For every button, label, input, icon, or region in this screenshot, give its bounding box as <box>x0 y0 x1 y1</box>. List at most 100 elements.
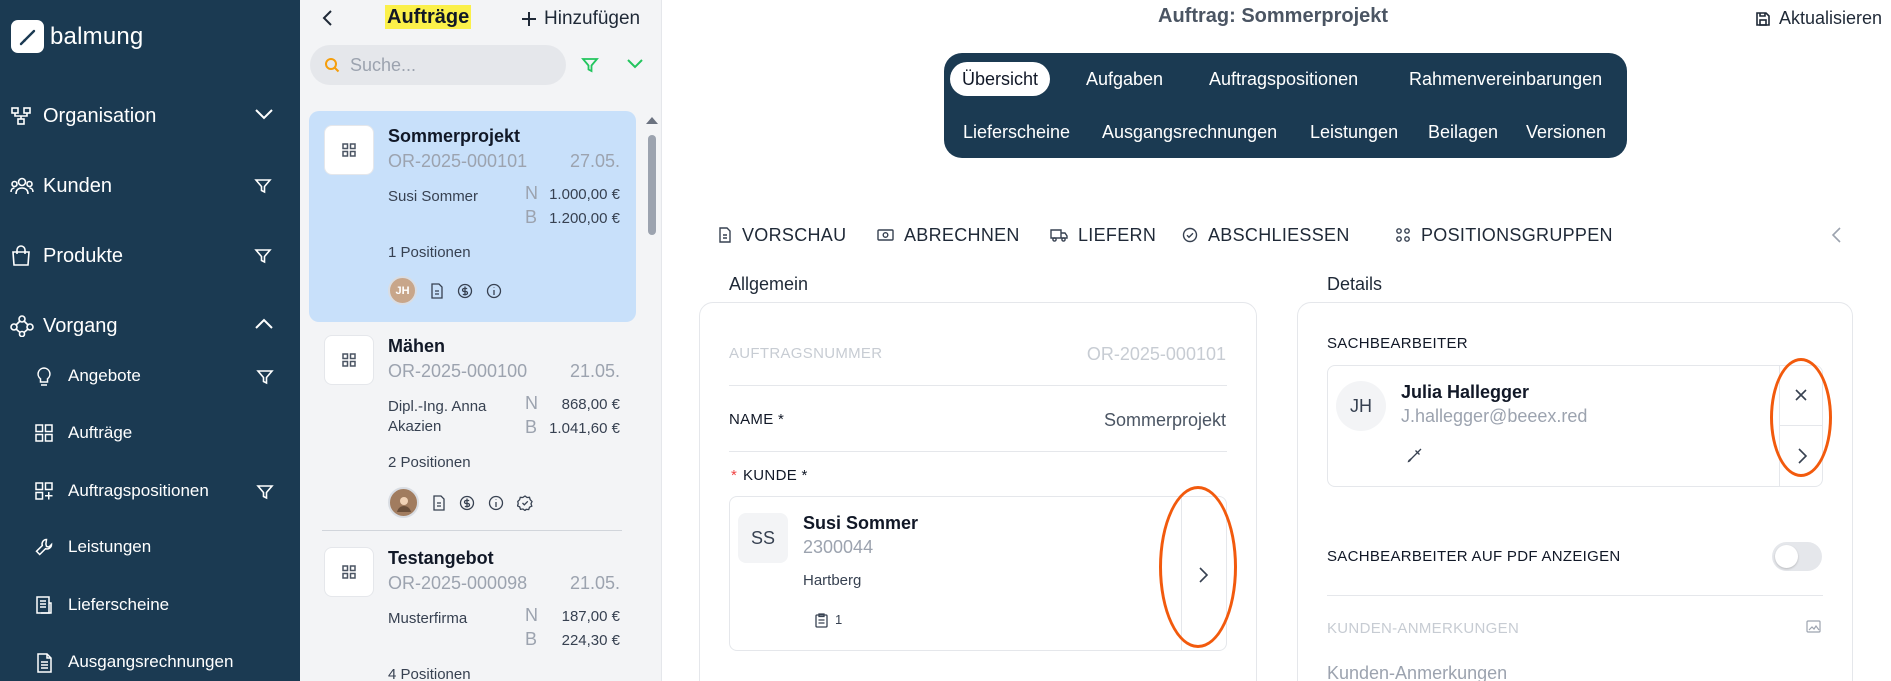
back-arrow-icon[interactable] <box>318 8 338 28</box>
order-date: 21.05. <box>569 573 620 593</box>
sidebar-item-auftraege[interactable]: Aufträge <box>0 413 300 453</box>
sidebar-item-auftragspositionen[interactable]: Auftragspositionen <box>0 471 300 511</box>
truck-icon <box>1050 229 1068 242</box>
gross-amount: 1.200,00 € <box>549 210 620 227</box>
order-customer: Musterfirma <box>388 610 468 627</box>
clerk-name: Julia Hallegger <box>1401 382 1530 402</box>
order-card-selected[interactable]: Sommerprojekt OR-2025-000101 27.05. Susi… <box>309 111 636 322</box>
sidebar-item-label: Organisation <box>43 104 157 127</box>
sidebar-item-leistungen[interactable]: Leistungen <box>0 527 300 567</box>
required-marker: * <box>731 467 738 484</box>
scroll-up-arrow[interactable] <box>645 115 659 125</box>
document-icon <box>432 494 446 511</box>
net-label: N <box>525 605 538 625</box>
order-card[interactable]: Mähen OR-2025-000100 21.05. Dipl.-Ing. A… <box>309 321 636 531</box>
add-button[interactable]: Hinzufügen <box>520 8 640 30</box>
sidebar-item-label: Angebote <box>68 366 141 385</box>
gross-amount: 1.041,60 € <box>549 420 620 437</box>
chevron-down-icon[interactable] <box>625 57 645 71</box>
name-value[interactable]: Sommerprojekt <box>1104 410 1226 431</box>
grid-icon <box>34 423 54 443</box>
customer-notes-input[interactable]: Kunden-Anmerkungen <box>1327 663 1507 681</box>
coin-icon <box>459 495 475 511</box>
positions-count: 1 Positionen <box>388 244 471 261</box>
sidebar-item-label: Auftragspositionen <box>68 481 209 500</box>
filter-icon[interactable] <box>254 177 272 195</box>
billing-button[interactable]: ABRECHNEN <box>877 222 1020 248</box>
workflow-icon <box>10 315 34 337</box>
preview-button[interactable]: VORSCHAU <box>718 222 846 248</box>
chevron-up-icon[interactable] <box>254 317 274 331</box>
filter-icon[interactable] <box>254 247 272 265</box>
clerk-label: SACHBEARBEITER <box>1327 335 1468 352</box>
positions-count: 4 Positionen <box>388 666 471 681</box>
filter-icon[interactable] <box>256 483 274 501</box>
refresh-label: Aktualisieren <box>1779 8 1883 28</box>
name-label: NAME * <box>729 411 785 428</box>
clerk-initials: JH <box>1336 381 1386 431</box>
order-icon <box>324 547 374 597</box>
collapse-arrow-icon[interactable] <box>1830 226 1842 244</box>
tab-beilagen[interactable]: Beilagen <box>1416 115 1510 149</box>
search-box[interactable] <box>310 45 566 85</box>
tab-rahmenvereinbarungen[interactable]: Rahmenvereinbarungen <box>1397 62 1614 96</box>
net-amount: 868,00 € <box>561 396 620 413</box>
filter-icon[interactable] <box>256 368 274 386</box>
sidebar-item-vorgang[interactable]: Vorgang <box>0 303 300 349</box>
sidebar-item-angebote[interactable]: Angebote <box>0 356 300 396</box>
show-clerk-on-pdf-label: SACHBEARBEITER AUF PDF ANZEIGEN <box>1327 548 1621 565</box>
order-icon <box>324 125 374 175</box>
plus-icon <box>522 12 536 26</box>
coin-icon <box>457 283 473 299</box>
customer-number: 2300044 <box>803 537 874 557</box>
annotation-circle <box>1159 486 1237 648</box>
order-number-label: AUFTRAGSNUMMER <box>729 345 883 362</box>
sidebar-item-kunden[interactable]: Kunden <box>0 163 300 209</box>
list-title: Aufträge <box>385 5 472 29</box>
complete-label: ABSCHLIESSEN <box>1208 224 1350 245</box>
sidebar-item-ausgangsrechnungen[interactable]: Ausgangsrechnungen <box>0 642 300 681</box>
deliver-label: LIEFERN <box>1078 224 1157 245</box>
scrollbar-thumb[interactable] <box>648 135 656 235</box>
tab-lieferscheine[interactable]: Lieferscheine <box>951 115 1082 149</box>
tab-leistungen[interactable]: Leistungen <box>1298 115 1410 149</box>
divider <box>729 451 1227 452</box>
divider <box>729 385 1227 386</box>
tab-auftragspositionen[interactable]: Auftragspositionen <box>1197 62 1370 96</box>
search-input[interactable] <box>350 45 550 85</box>
deliver-button[interactable]: LIEFERN <box>1050 222 1156 248</box>
invoice-icon <box>34 652 54 674</box>
order-card[interactable]: Testangebot OR-2025-000098 21.05. Muster… <box>309 533 636 681</box>
avatar: JH <box>388 276 417 305</box>
cash-icon <box>877 229 894 241</box>
sidebar-item-produkte[interactable]: Produkte <box>0 233 300 279</box>
image-icon[interactable] <box>1806 620 1821 633</box>
tab-versionen[interactable]: Versionen <box>1514 115 1618 149</box>
chevron-down-icon[interactable] <box>254 107 274 121</box>
tab-aufgaben[interactable]: Aufgaben <box>1074 62 1175 96</box>
customer-city: Hartberg <box>803 572 862 589</box>
logo-icon <box>11 20 44 53</box>
order-date: 27.05. <box>569 151 620 171</box>
tab-uebersicht[interactable]: Übersicht <box>950 62 1051 96</box>
check-circle-icon <box>1182 227 1198 243</box>
sidebar-item-organisation[interactable]: Organisation <box>0 93 300 139</box>
complete-button[interactable]: ABSCHLIESSEN <box>1182 222 1350 248</box>
customer-notes-label: KUNDEN-ANMERKUNGEN <box>1327 620 1520 637</box>
badge-check-icon <box>517 494 533 511</box>
refresh-button[interactable]: Aktualisieren <box>1755 8 1882 29</box>
net-amount: 187,00 € <box>561 608 620 625</box>
logo-text: balmung <box>50 22 144 50</box>
document-icon <box>719 227 731 243</box>
logo[interactable]: balmung <box>11 20 143 53</box>
avatar-photo <box>388 487 419 518</box>
show-clerk-on-pdf-toggle[interactable] <box>1772 542 1822 571</box>
order-number: OR-2025-000100 <box>388 361 528 381</box>
sidebar-item-lieferscheine[interactable]: Lieferscheine <box>0 585 300 625</box>
info-icon <box>486 283 502 299</box>
filter-icon[interactable] <box>581 56 599 74</box>
list-divider <box>322 530 622 531</box>
page-title: Auftrag: Sommerprojekt <box>1158 5 1389 27</box>
position-groups-button[interactable]: POSITIONSGRUPPEN <box>1395 222 1613 248</box>
tab-ausgangsrechnungen[interactable]: Ausgangsrechnungen <box>1090 115 1289 149</box>
